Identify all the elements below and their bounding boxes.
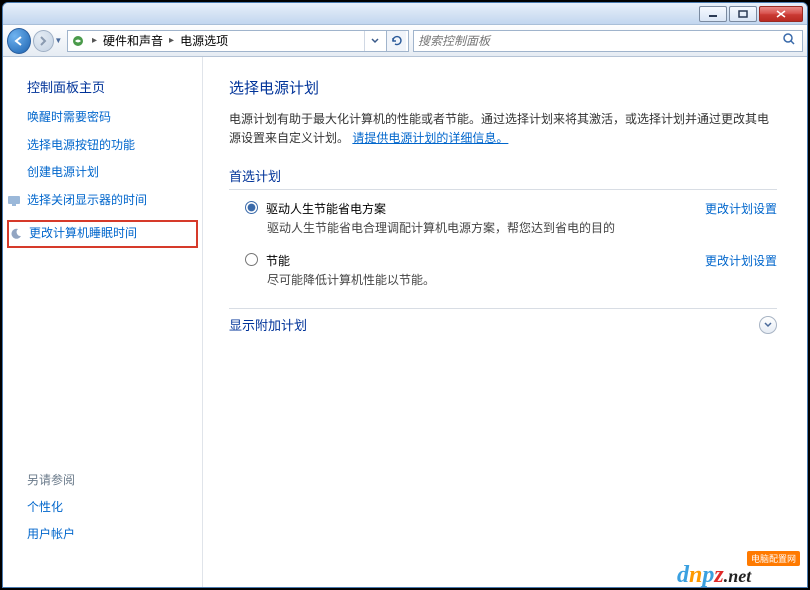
titlebar[interactable] <box>3 3 807 25</box>
plan-name[interactable]: 驱动人生节能省电方案 <box>266 200 705 217</box>
sidebar-link-sleep-time[interactable]: 更改计算机睡眠时间 <box>7 220 198 248</box>
arrow-left-icon <box>13 35 25 47</box>
sidebar-link-power-button[interactable]: 选择电源按钮的功能 <box>27 138 194 154</box>
sidebar-item-label: 选择电源按钮的功能 <box>27 138 135 154</box>
sidebar-link-create-plan[interactable]: 创建电源计划 <box>27 165 194 181</box>
close-button[interactable] <box>759 6 803 22</box>
content: 控制面板主页 唤醒时需要密码 选择电源按钮的功能 创建电源计划 选择关闭显示器的… <box>3 57 807 587</box>
search-input[interactable] <box>418 34 782 48</box>
additional-plans-row[interactable]: 显示附加计划 <box>229 308 777 334</box>
plan-name[interactable]: 节能 <box>266 252 705 269</box>
search-bar[interactable] <box>413 30 803 52</box>
additional-plans-label: 显示附加计划 <box>229 315 759 334</box>
monitor-icon <box>7 194 21 208</box>
nav-buttons: ▼ <box>7 27 63 55</box>
plan-radio[interactable] <box>245 253 258 266</box>
change-plan-settings-link[interactable]: 更改计划设置 <box>705 200 777 217</box>
sidebar: 控制面板主页 唤醒时需要密码 选择电源按钮的功能 创建电源计划 选择关闭显示器的… <box>3 57 203 587</box>
explorer-window: ▼ ▸ 硬件和声音 ▸ 电源选项 <box>2 2 808 588</box>
chevron-down-icon <box>371 37 379 45</box>
close-icon <box>776 10 786 18</box>
arrow-right-icon <box>38 36 48 46</box>
page-title: 选择电源计划 <box>229 77 777 98</box>
address-bar[interactable]: ▸ 硬件和声音 ▸ 电源选项 <box>67 30 409 52</box>
chevron-down-icon <box>763 320 773 330</box>
sidebar-link-require-password[interactable]: 唤醒时需要密码 <box>27 110 194 126</box>
change-plan-settings-link[interactable]: 更改计划设置 <box>705 252 777 269</box>
sidebar-link-display-off[interactable]: 选择关闭显示器的时间 <box>7 193 194 209</box>
breadcrumb-sep-icon: ▸ <box>92 35 97 46</box>
sidebar-item-label: 用户帐户 <box>27 527 75 543</box>
preferred-plans-heading: 首选计划 <box>229 166 777 190</box>
refresh-button[interactable] <box>386 31 406 51</box>
sidebar-heading[interactable]: 控制面板主页 <box>27 77 194 96</box>
maximize-button[interactable] <box>729 6 757 22</box>
minimize-icon <box>708 10 718 18</box>
breadcrumb-segment[interactable]: 电源选项 <box>180 32 228 49</box>
sidebar-footer: 另请参阅 个性化 用户帐户 <box>27 471 194 579</box>
main-panel: 选择电源计划 电源计划有助于最大化计算机的性能或者节能。通过选择计划来将其激活，… <box>203 57 807 587</box>
plan-desc: 尽可能降低计算机性能以节能。 <box>229 271 777 298</box>
address-dropdown[interactable] <box>364 31 384 51</box>
breadcrumb-segment[interactable]: 硬件和声音 <box>103 32 163 49</box>
sidebar-item-label: 更改计算机睡眠时间 <box>29 226 137 242</box>
plan-radio[interactable] <box>245 201 258 214</box>
power-options-icon <box>70 33 86 49</box>
refresh-icon <box>390 34 404 48</box>
see-also-heading: 另请参阅 <box>27 471 194 488</box>
plan-row: 节能 更改计划设置 <box>229 246 777 271</box>
more-info-link[interactable]: 请提供电源计划的详细信息。 <box>352 131 508 145</box>
see-also-personalization[interactable]: 个性化 <box>27 500 194 516</box>
expand-button[interactable] <box>759 316 777 334</box>
search-icon[interactable] <box>782 32 798 49</box>
navbar: ▼ ▸ 硬件和声音 ▸ 电源选项 <box>3 25 807 57</box>
plan-desc: 驱动人生节能省电合理调配计算机电源方案，帮您达到省电的目的 <box>229 219 777 246</box>
sidebar-item-label: 个性化 <box>27 500 63 516</box>
minimize-button[interactable] <box>699 6 727 22</box>
sidebar-item-label: 创建电源计划 <box>27 165 99 181</box>
see-also-user-accounts[interactable]: 用户帐户 <box>27 527 194 543</box>
sidebar-item-label: 唤醒时需要密码 <box>27 110 111 126</box>
sidebar-item-label: 选择关闭显示器的时间 <box>27 193 147 209</box>
plan-row: 驱动人生节能省电方案 更改计划设置 <box>229 194 777 219</box>
breadcrumb-sep-icon: ▸ <box>169 35 174 46</box>
back-button[interactable] <box>7 28 31 54</box>
maximize-icon <box>738 10 748 18</box>
page-description: 电源计划有助于最大化计算机的性能或者节能。通过选择计划来将其激活，或选择计划并通… <box>229 110 777 148</box>
nav-history-dropdown[interactable]: ▼ <box>54 34 63 48</box>
moon-icon <box>9 227 23 241</box>
forward-button[interactable] <box>33 30 54 52</box>
